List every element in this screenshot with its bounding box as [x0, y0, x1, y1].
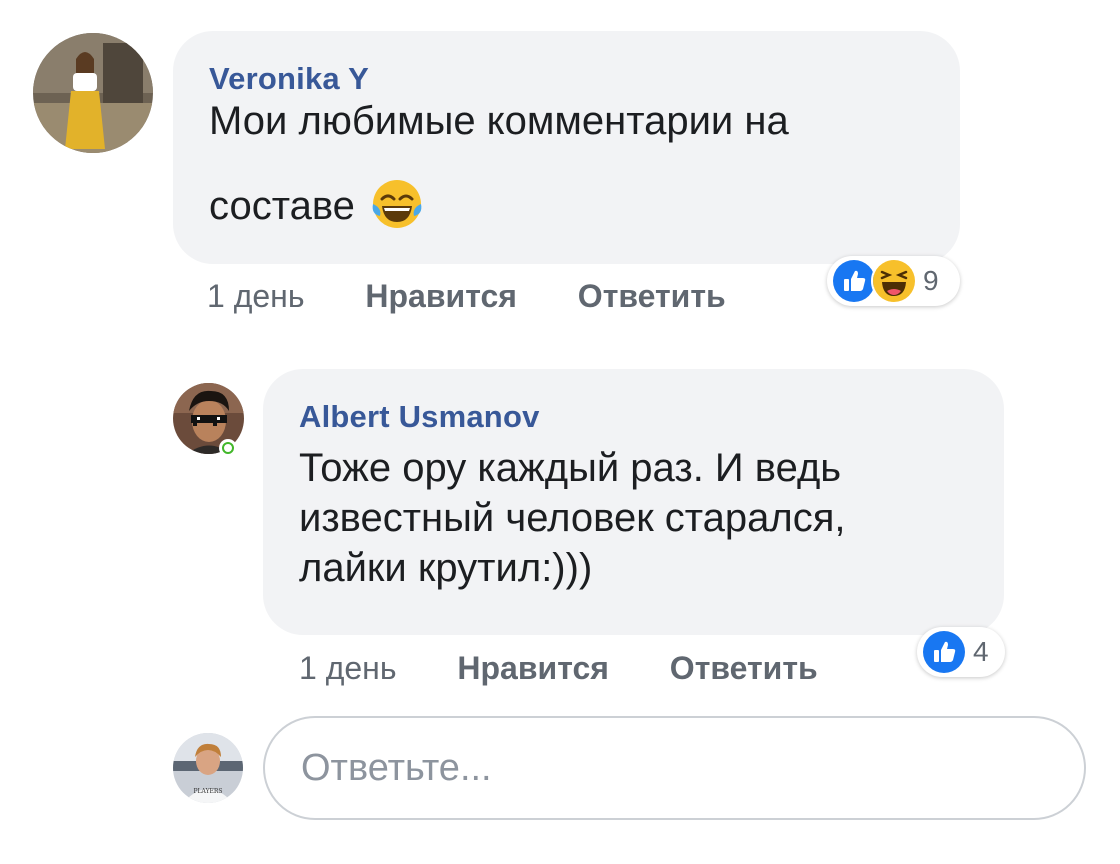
- comment-text: Тоже ору каждый раз. И ведь известный че…: [299, 443, 968, 593]
- reaction-count: 4: [973, 636, 989, 667]
- reaction-count: 9: [923, 265, 939, 296]
- comment-text-line: составе: [209, 184, 355, 228]
- avatar-photo-veronika: [33, 33, 153, 153]
- svg-text:PLAYERS: PLAYERS: [193, 788, 222, 795]
- avatar-current-user[interactable]: PLAYERS: [173, 733, 243, 803]
- reply-button[interactable]: Ответить: [578, 276, 726, 316]
- like-reaction-icon: [921, 629, 967, 675]
- reaction-summary[interactable]: 9: [827, 256, 960, 306]
- tears-of-joy-emoji-icon: [370, 177, 424, 231]
- comment-text-line: известный человек старался,: [299, 496, 846, 540]
- like-button[interactable]: Нравится: [365, 276, 517, 316]
- reply-input[interactable]: [263, 716, 1086, 820]
- comment-actions-veronika: 1 день Нравится Ответить: [207, 276, 726, 316]
- comment-text-line: Мои любимые комментарии на: [209, 99, 789, 143]
- reaction-summary[interactable]: 4: [917, 627, 1005, 677]
- haha-reaction-icon: [871, 258, 917, 304]
- comment-text-line: лайки крутил:))): [299, 546, 593, 590]
- like-button[interactable]: Нравится: [457, 648, 609, 688]
- comment-text: Мои любимые комментарии на составе: [209, 79, 924, 249]
- comment-time[interactable]: 1 день: [299, 648, 397, 688]
- avatar-photo-current-user: PLAYERS: [173, 733, 243, 803]
- comment-bubble-albert: Albert Usmanov Тоже ору каждый раз. И ве…: [263, 369, 1004, 635]
- online-status-icon: [219, 439, 237, 457]
- comment-bubble-veronika: Veronika Y Мои любимые комментарии на со…: [173, 31, 960, 264]
- comment-text-line: Тоже ору каждый раз. И ведь: [299, 446, 842, 490]
- reply-button[interactable]: Ответить: [670, 648, 818, 688]
- comment-author[interactable]: Albert Usmanov: [299, 397, 968, 437]
- avatar-veronika[interactable]: [33, 33, 153, 153]
- comment-actions-albert: 1 день Нравится Ответить: [299, 648, 818, 688]
- comment-time[interactable]: 1 день: [207, 276, 305, 316]
